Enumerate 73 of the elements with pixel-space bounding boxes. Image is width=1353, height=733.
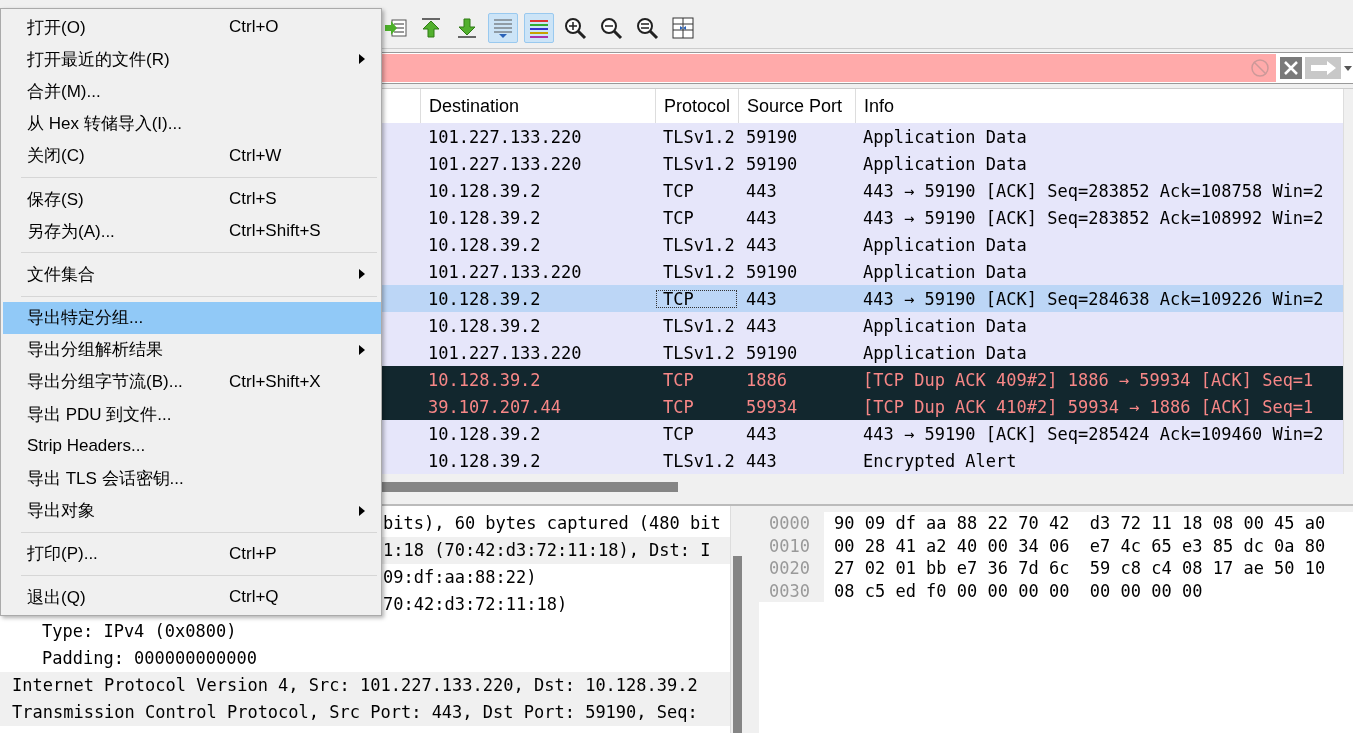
table-cell-text: Application Data <box>862 342 1028 363</box>
table-cell-text: 443 <box>745 234 778 255</box>
offset-text: 0030 <box>759 579 824 602</box>
table-cell-text: 59190 <box>745 342 799 363</box>
hex-bytes: 90 09 df aa 88 22 70 42 d3 72 11 18 08 00 45 a0 <box>833 512 1327 535</box>
table-cell-text: 10.128.39.2 <box>427 369 542 390</box>
table-cell-text: TCP <box>662 180 695 201</box>
menu-label: 打印(P)... <box>27 543 99 566</box>
table-cell-text: TCP <box>662 396 695 417</box>
table-cell-text: 101.227.133.220 <box>427 342 583 363</box>
table-cell-text: 59190 <box>745 153 799 174</box>
menu-label: 打开(O) <box>27 16 87 39</box>
shortcut-text: Ctrl+O <box>229 17 280 38</box>
table-cell-text: [TCP Dup ACK 409#2] 1886 → 59934 [ACK] Seq=1 <box>862 369 1315 390</box>
shortcut-text: Ctrl+Q <box>229 587 280 608</box>
table-cell-text: TCP <box>662 369 695 390</box>
offset-text: 0020 <box>759 557 824 580</box>
table-cell-text: TLSv1.2 <box>662 315 736 336</box>
table-cell-text: Encrypted Alert <box>862 450 1018 471</box>
table-cell-text: 443 <box>745 423 778 444</box>
table-cell-text: 443 → 59190 [ACK] Seq=284638 Ack=109226 Win=2 <box>862 288 1325 309</box>
table-cell-text: TLSv1.2 <box>662 234 736 255</box>
shortcut-text: Ctrl+P <box>229 543 278 564</box>
table-cell-text: 59934 <box>745 396 799 417</box>
hex-bytes: 27 02 01 bb e7 36 7d 6c 59 c8 c4 08 17 ae 50 10 <box>833 557 1327 580</box>
table-cell-text: 443 → 59190 [ACK] Seq=283852 Ack=108992 Win=2 <box>862 207 1325 228</box>
menu-label: 退出(Q) <box>27 586 87 609</box>
table-cell-text: Application Data <box>862 153 1028 174</box>
table-cell-text: 1886 <box>745 369 788 390</box>
table-cell-text: 443 <box>745 207 778 228</box>
table-cell-text: 443 <box>745 180 778 201</box>
hex-bytes: 08 c5 ed f0 00 00 00 00 00 00 00 00 <box>833 579 1204 602</box>
table-cell-text: TLSv1.2 <box>662 450 736 471</box>
table-cell-text: TCP <box>662 207 695 228</box>
table-cell-text: TLSv1.2 <box>662 342 736 363</box>
table-cell-text: 101.227.133.220 <box>427 153 583 174</box>
table-cell-text: 443 → 59190 [ACK] Seq=285424 Ack=109460 Win=2 <box>862 423 1325 444</box>
table-cell-text: 10.128.39.2 <box>427 234 542 255</box>
table-cell-text: Application Data <box>862 126 1028 147</box>
table-cell-text: TLSv1.2 <box>662 153 736 174</box>
table-cell-text: 443 <box>745 288 778 309</box>
table-cell-text: 101.227.133.220 <box>427 126 583 147</box>
table-cell-text: 443 → 59190 [ACK] Seq=283852 Ack=108758 Win=2 <box>862 180 1325 201</box>
table-cell-text: TCP <box>662 423 695 444</box>
table-cell-text: TLSv1.2 <box>662 126 736 147</box>
table-cell-text: 10.128.39.2 <box>427 423 542 444</box>
table-cell-text: 10.128.39.2 <box>427 207 542 228</box>
menu-label: 文件集合 <box>27 263 96 286</box>
menu-label: 合并(M)... <box>27 80 102 103</box>
table-cell-text: 10.128.39.2 <box>427 180 542 201</box>
table-cell-text: TLSv1.2 <box>662 261 736 282</box>
table-cell-text: 101.227.133.220 <box>427 261 583 282</box>
hex-bytes: 00 28 41 a2 40 00 34 06 e7 4c 65 e3 85 dc 0a 80 <box>833 534 1327 557</box>
shortcut-text: Ctrl+Shift+X <box>229 371 322 392</box>
table-cell-text: 59190 <box>745 261 799 282</box>
offset-text: 0000 <box>759 512 824 535</box>
table-cell-text: 39.107.207.44 <box>427 396 563 417</box>
table-cell-text: Application Data <box>862 261 1028 282</box>
table-cell-text: 443 <box>745 450 778 471</box>
menu-label: 导出对象 <box>27 500 96 523</box>
menu-label: 打开最近的文件(R) <box>27 48 171 71</box>
table-cell-text: 59190 <box>745 126 799 147</box>
menu-label: 导出分组解析结果 <box>27 339 164 362</box>
table-cell-text: Application Data <box>862 315 1028 336</box>
table-cell-text: 10.128.39.2 <box>427 315 542 336</box>
table-cell: TCP <box>655 288 738 309</box>
table-cell-text: 10.128.39.2 <box>427 288 542 309</box>
table-cell-text: Application Data <box>862 234 1028 255</box>
table-cell-text: [TCP Dup ACK 410#2] 59934 → 1886 [ACK] Seq=1 <box>862 396 1315 417</box>
table-cell-text: 443 <box>745 315 778 336</box>
table-cell-text: 10.128.39.2 <box>427 450 542 471</box>
menu-label: 导出分组字节流(B)... <box>27 371 184 394</box>
offset-text: 0010 <box>759 534 824 557</box>
